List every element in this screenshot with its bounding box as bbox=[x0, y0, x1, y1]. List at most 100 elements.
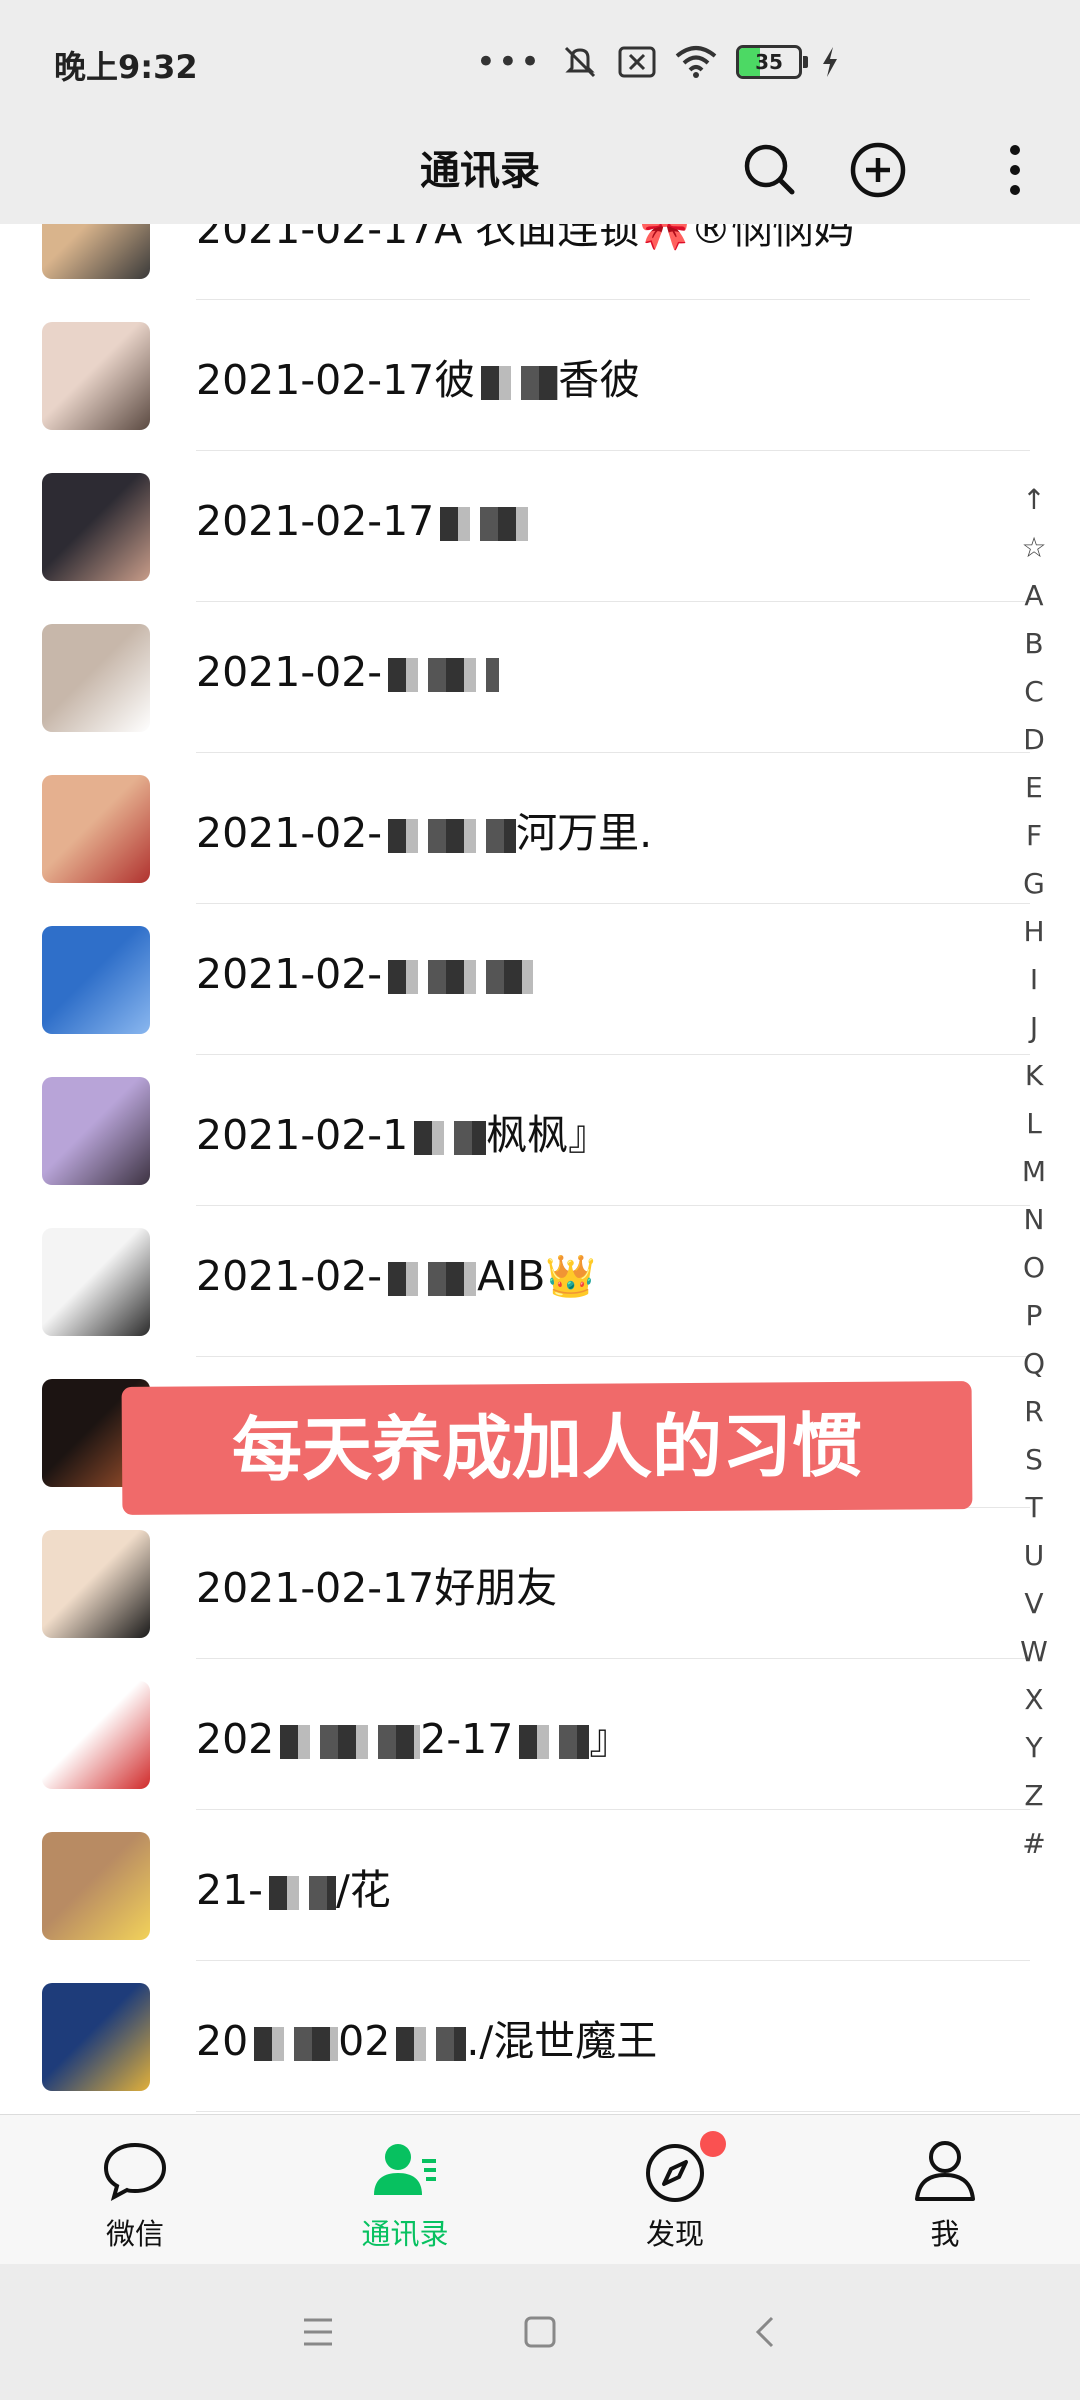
contact-name-suffix: AIB👑 bbox=[477, 1252, 597, 1300]
avatar bbox=[42, 1530, 150, 1638]
index-letter[interactable]: X bbox=[1004, 1676, 1064, 1724]
tab-chats[interactable]: 微信 bbox=[0, 2115, 270, 2265]
add-button[interactable] bbox=[838, 130, 918, 210]
contact-row[interactable]: 2021-02- AIB👑 bbox=[0, 1206, 1030, 1357]
contact-name-text: 2021-02- bbox=[196, 1252, 383, 1300]
index-letter[interactable]: ↑ bbox=[1004, 476, 1064, 524]
index-letter[interactable]: # bbox=[1004, 1820, 1064, 1868]
index-letter[interactable]: H bbox=[1004, 908, 1064, 956]
index-letter[interactable]: E bbox=[1004, 764, 1064, 812]
redacted-block bbox=[280, 1725, 421, 1759]
home-button[interactable] bbox=[510, 2306, 570, 2358]
contact-name-text: 2021-02-1 bbox=[196, 1111, 409, 1159]
index-letter[interactable]: B bbox=[1004, 620, 1064, 668]
avatar bbox=[42, 1228, 150, 1336]
system-nav-bar bbox=[0, 2264, 1080, 2400]
wifi-icon bbox=[675, 46, 717, 78]
contact-row[interactable]: 2021-02-17彼 香彼 bbox=[0, 300, 1030, 451]
back-icon bbox=[755, 2316, 774, 2348]
contact-row[interactable]: 2021-02-17A 衣面连锁🎀®悯悯妈 bbox=[0, 224, 1030, 300]
tab-discover[interactable]: 发现 bbox=[540, 2115, 810, 2265]
contact-list[interactable]: 2021-02-17A 衣面连锁🎀®悯悯妈 2021-02-17彼 香彼 2021-0… bbox=[0, 224, 1080, 2114]
avatar bbox=[42, 224, 150, 279]
index-letter[interactable]: Q bbox=[1004, 1340, 1064, 1388]
index-letter[interactable]: Y bbox=[1004, 1724, 1064, 1772]
status-icons: ••• 35 bbox=[476, 40, 840, 84]
index-letter[interactable]: U bbox=[1004, 1532, 1064, 1580]
contact-name-text: 21- bbox=[196, 1866, 263, 1914]
avatar bbox=[42, 1681, 150, 1789]
sim-off-icon bbox=[618, 46, 656, 78]
status-bar: 晚上9:32 ••• 35 bbox=[0, 0, 1080, 120]
contact-row[interactable]: 2021-02-17 bbox=[0, 451, 1030, 602]
index-letter[interactable]: I bbox=[1004, 956, 1064, 1004]
index-letter[interactable]: Z bbox=[1004, 1772, 1064, 1820]
index-letter[interactable]: W bbox=[1004, 1628, 1064, 1676]
index-letter[interactable]: A bbox=[1004, 572, 1064, 620]
index-letter[interactable]: N bbox=[1004, 1196, 1064, 1244]
contact-name: 202 2-17 』 bbox=[196, 1705, 630, 1765]
index-letter[interactable]: O bbox=[1004, 1244, 1064, 1292]
page-title: 通讯录 bbox=[420, 148, 540, 194]
contact-name-end: 』 bbox=[589, 1715, 631, 1763]
index-letter[interactable]: V bbox=[1004, 1580, 1064, 1628]
battery-icon: 35 bbox=[736, 45, 808, 79]
index-letter[interactable]: P bbox=[1004, 1292, 1064, 1340]
contact-name: 20 02 ./混世魔王 bbox=[196, 2007, 657, 2067]
contact-row[interactable]: 21- /花 bbox=[0, 1810, 1030, 1961]
contact-row[interactable]: 2021-02- bbox=[0, 602, 1030, 753]
more-button[interactable] bbox=[975, 130, 1055, 210]
index-letter[interactable]: S bbox=[1004, 1436, 1064, 1484]
index-letter[interactable]: L bbox=[1004, 1100, 1064, 1148]
avatar bbox=[42, 1832, 150, 1940]
index-letter[interactable]: G bbox=[1004, 860, 1064, 908]
tab-me[interactable]: 我 bbox=[810, 2115, 1080, 2265]
index-letter[interactable]: ☆ bbox=[1004, 524, 1064, 572]
index-letter[interactable]: C bbox=[1004, 668, 1064, 716]
status-time: 晚上9:32 bbox=[54, 48, 198, 86]
contact-name: 2021-02- bbox=[196, 648, 500, 696]
avatar bbox=[42, 1077, 150, 1185]
contact-name: 2021-02- 河万里. bbox=[196, 799, 652, 859]
contact-name: 2021-02-17彼 香彼 bbox=[196, 346, 640, 406]
contact-row[interactable]: 2021-02-1 枫枫』 bbox=[0, 1055, 1030, 1206]
avatar bbox=[42, 775, 150, 883]
avatar bbox=[42, 322, 150, 430]
back-button[interactable] bbox=[736, 2306, 796, 2358]
contact-name-text: 2021-02-17彼 bbox=[196, 356, 476, 404]
redacted-block bbox=[481, 366, 559, 400]
contact-row[interactable]: 2021-02- bbox=[0, 904, 1030, 1055]
index-letter[interactable]: K bbox=[1004, 1052, 1064, 1100]
person-icon bbox=[915, 2141, 975, 2201]
bottom-tab-bar: 微信 通讯录 发现 我 bbox=[0, 2114, 1080, 2265]
charging-icon bbox=[823, 47, 837, 77]
avatar bbox=[42, 473, 150, 581]
home-icon bbox=[524, 2316, 556, 2348]
title-bar: 通讯录 bbox=[0, 120, 1080, 224]
redacted-block bbox=[388, 819, 517, 853]
redacted-block bbox=[440, 507, 535, 541]
contact-row[interactable]: 2021-02-17好朋友 bbox=[0, 1508, 1030, 1659]
contact-name-suffix: 香彼 bbox=[558, 356, 641, 404]
battery-level: 35 bbox=[755, 50, 783, 74]
tab-label: 微信 bbox=[105, 2217, 164, 2251]
index-letter[interactable]: T bbox=[1004, 1484, 1064, 1532]
index-letter[interactable]: R bbox=[1004, 1388, 1064, 1436]
chat-bubble-icon bbox=[103, 2142, 167, 2201]
index-letter[interactable]: D bbox=[1004, 716, 1064, 764]
index-letter[interactable]: F bbox=[1004, 812, 1064, 860]
contact-row[interactable]: 202 2-17 』 bbox=[0, 1659, 1030, 1810]
index-letter[interactable]: M bbox=[1004, 1148, 1064, 1196]
avatar bbox=[42, 1983, 150, 2091]
contact-row[interactable]: 20 02 ./混世魔王 bbox=[0, 1961, 1030, 2112]
search-icon bbox=[744, 144, 795, 195]
index-letter[interactable]: J bbox=[1004, 1004, 1064, 1052]
tab-contacts[interactable]: 通讯录 bbox=[270, 2115, 540, 2265]
alphabet-index[interactable]: ↑ ☆ A B C D E F G H I J K L M N O P Q R S T U V W X Y Z # bbox=[1004, 476, 1064, 1868]
contact-row[interactable]: 2021-02- 河万里. bbox=[0, 753, 1030, 904]
menu-button[interactable] bbox=[288, 2306, 348, 2358]
contact-name-suffix: /花 bbox=[335, 1866, 391, 1914]
contact-name-text: 2021-02-17A 衣面连锁🎀®悯悯妈 bbox=[196, 224, 855, 253]
search-button[interactable] bbox=[730, 130, 810, 210]
avatar bbox=[42, 926, 150, 1034]
